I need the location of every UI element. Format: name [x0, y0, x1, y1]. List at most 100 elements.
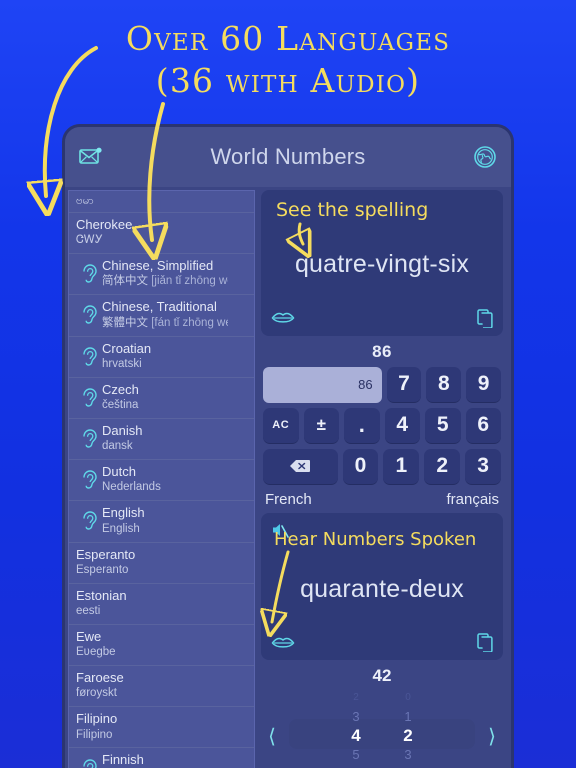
language-row[interactable]: Finnishsuomi	[69, 748, 254, 768]
tens-below1: 5	[352, 747, 360, 762]
number-panel: quatre-vingt-six 86 86 7 8 9 AC ± . 4 5 …	[255, 187, 511, 768]
key-clear[interactable]: AC	[263, 407, 299, 444]
language-row[interactable]: Ewe Eʋegbe	[69, 625, 254, 667]
copy-icon[interactable]	[477, 308, 493, 328]
audio-available-icon-wrap	[76, 388, 102, 407]
language-name-native: ဗမာ	[76, 195, 94, 208]
audio-card-footer	[271, 633, 493, 652]
globe-button[interactable]	[473, 145, 497, 169]
language-labels: Filipino Filipino	[76, 711, 228, 742]
audio-word: quarante-deux	[300, 574, 464, 603]
calculator-display[interactable]: 86	[263, 366, 382, 403]
key-5[interactable]: 5	[425, 407, 461, 444]
language-name-native: Nederlands	[102, 481, 161, 494]
lips-icon[interactable]	[271, 636, 295, 650]
language-row[interactable]: Danish dansk	[69, 419, 254, 461]
picker-wheel-tens[interactable]: 2 3 4 5 6	[343, 688, 369, 768]
language-row[interactable]: Faroese føroyskt	[69, 666, 254, 708]
language-name-native: Filipino	[76, 728, 113, 741]
key-decimal[interactable]: .	[344, 407, 380, 444]
audio-available-icon-wrap	[76, 264, 102, 283]
ear-icon	[82, 470, 97, 489]
audio-available-icon-wrap	[76, 429, 102, 448]
ones-above2: 0	[405, 692, 411, 703]
key-3[interactable]: 3	[465, 448, 502, 485]
language-name-english: Chinese, Simplified	[102, 258, 214, 274]
mail-button[interactable]	[79, 147, 103, 167]
app-body: ဗမာ Cherokee ᏣᎳᎩ Chinese, Simplified 简体中文 [j…	[65, 187, 511, 768]
language-labels: Czech čeština	[102, 382, 228, 413]
language-row[interactable]: Chinese, Simplified 简体中文 [jiǎn tǐ zhōng w…	[69, 254, 254, 296]
copy-icon[interactable]	[477, 633, 493, 652]
key-backspace[interactable]	[263, 448, 338, 485]
language-name-english: Czech	[102, 381, 139, 397]
key-0[interactable]: 0	[342, 448, 379, 485]
language-row[interactable]: ဗမာ	[69, 191, 254, 213]
language-labels: Finnishsuomi	[102, 752, 228, 768]
number-picker[interactable]: ⟨ 2 3 4 5 6 0 1 2 3 4	[261, 688, 503, 768]
language-name-native: 简体中文 [jiǎn tǐ zhōng wén]	[102, 274, 228, 289]
promo-headline-line2: (36 with Audio)	[155, 61, 421, 101]
language-name-english: Esperanto	[76, 546, 136, 562]
key-1[interactable]: 1	[383, 448, 420, 485]
language-list[interactable]: ဗမာ Cherokee ᏣᎳᎩ Chinese, Simplified 简体中文 [j…	[68, 190, 255, 768]
language-row[interactable]: Estonian eesti	[69, 584, 254, 625]
globe-icon	[474, 146, 496, 168]
language-labels: Ewe Eʋegbe	[76, 629, 228, 660]
key-sign[interactable]: ±	[303, 407, 339, 444]
selected-language-labels: French français	[261, 485, 503, 513]
language-row[interactable]: Croatian hrvatski	[69, 337, 254, 378]
ones-above1: 1	[404, 709, 412, 724]
language-row[interactable]: Chinese, Traditional 繁體中文 [fán tǐ zhōng w…	[69, 295, 254, 337]
language-name-native: čeština	[102, 399, 139, 411]
language-row[interactable]: Esperanto Esperanto	[69, 543, 254, 584]
speaker-muted-icon[interactable]	[271, 521, 289, 539]
ones-selected: 2	[403, 726, 413, 745]
language-labels: Estonian eesti	[76, 588, 228, 619]
language-labels: Chinese, Traditional 繁體中文 [fán tǐ zhōng w…	[102, 299, 228, 330]
language-labels: Cherokee ᏣᎳᎩ	[76, 217, 228, 248]
ear-icon	[82, 305, 97, 325]
language-labels: Dutch Nederlands	[102, 464, 228, 495]
audio-available-icon-wrap	[76, 758, 102, 768]
language-name-native: 繁體中文 [fán tǐ zhōng wén]	[102, 316, 228, 331]
picker-wheel-ones[interactable]: 0 1 2 3 4	[395, 688, 421, 768]
language-row[interactable]: Filipino Filipino	[69, 707, 254, 749]
audio-available-icon-wrap	[76, 511, 102, 531]
key-7[interactable]: 7	[386, 366, 422, 403]
ear-icon	[82, 388, 97, 407]
language-labels: Esperanto Esperanto	[76, 547, 228, 578]
selected-language-native: français	[446, 490, 499, 508]
app-titlebar: World Numbers	[65, 127, 511, 187]
spelling-card-footer	[271, 308, 493, 328]
language-name-english: Ewe	[76, 628, 102, 644]
language-name-english: Estonian	[76, 587, 127, 603]
promo-headline-line1: Over 60 Languages	[125, 19, 451, 58]
spelling-card: quatre-vingt-six	[261, 190, 503, 336]
language-name-native: Eʋegbe	[76, 646, 116, 659]
calculator-result: 86	[372, 341, 392, 361]
language-row[interactable]: English English	[69, 501, 254, 543]
language-name-english: Finnish	[102, 752, 144, 768]
language-row[interactable]: Czech čeština	[69, 378, 254, 419]
key-2[interactable]: 2	[424, 448, 461, 485]
keypad-row-2: AC ± . 4 5 6	[263, 407, 501, 444]
language-name-native: hrvatski	[102, 357, 142, 370]
key-6[interactable]: 6	[465, 407, 501, 444]
lips-icon[interactable]	[271, 311, 295, 325]
language-row[interactable]: Cherokee ᏣᎳᎩ	[69, 213, 254, 255]
picker-value: 42	[372, 666, 392, 685]
picker-next-button[interactable]: ⟩	[481, 724, 503, 748]
key-8[interactable]: 8	[426, 366, 462, 403]
picker-selection-band	[289, 719, 475, 749]
key-9[interactable]: 9	[466, 366, 501, 403]
language-row[interactable]: Dutch Nederlands	[69, 460, 254, 502]
ear-icon	[82, 346, 97, 366]
language-name-native: dansk	[102, 440, 133, 453]
language-name-english: Danish	[102, 422, 143, 438]
spelling-word: quatre-vingt-six	[294, 250, 470, 278]
key-4[interactable]: 4	[384, 407, 420, 444]
picker-prev-button[interactable]: ⟨	[261, 724, 283, 748]
audio-available-icon-wrap	[76, 346, 102, 366]
language-name-native: ᏣᎳᎩ	[76, 234, 103, 247]
